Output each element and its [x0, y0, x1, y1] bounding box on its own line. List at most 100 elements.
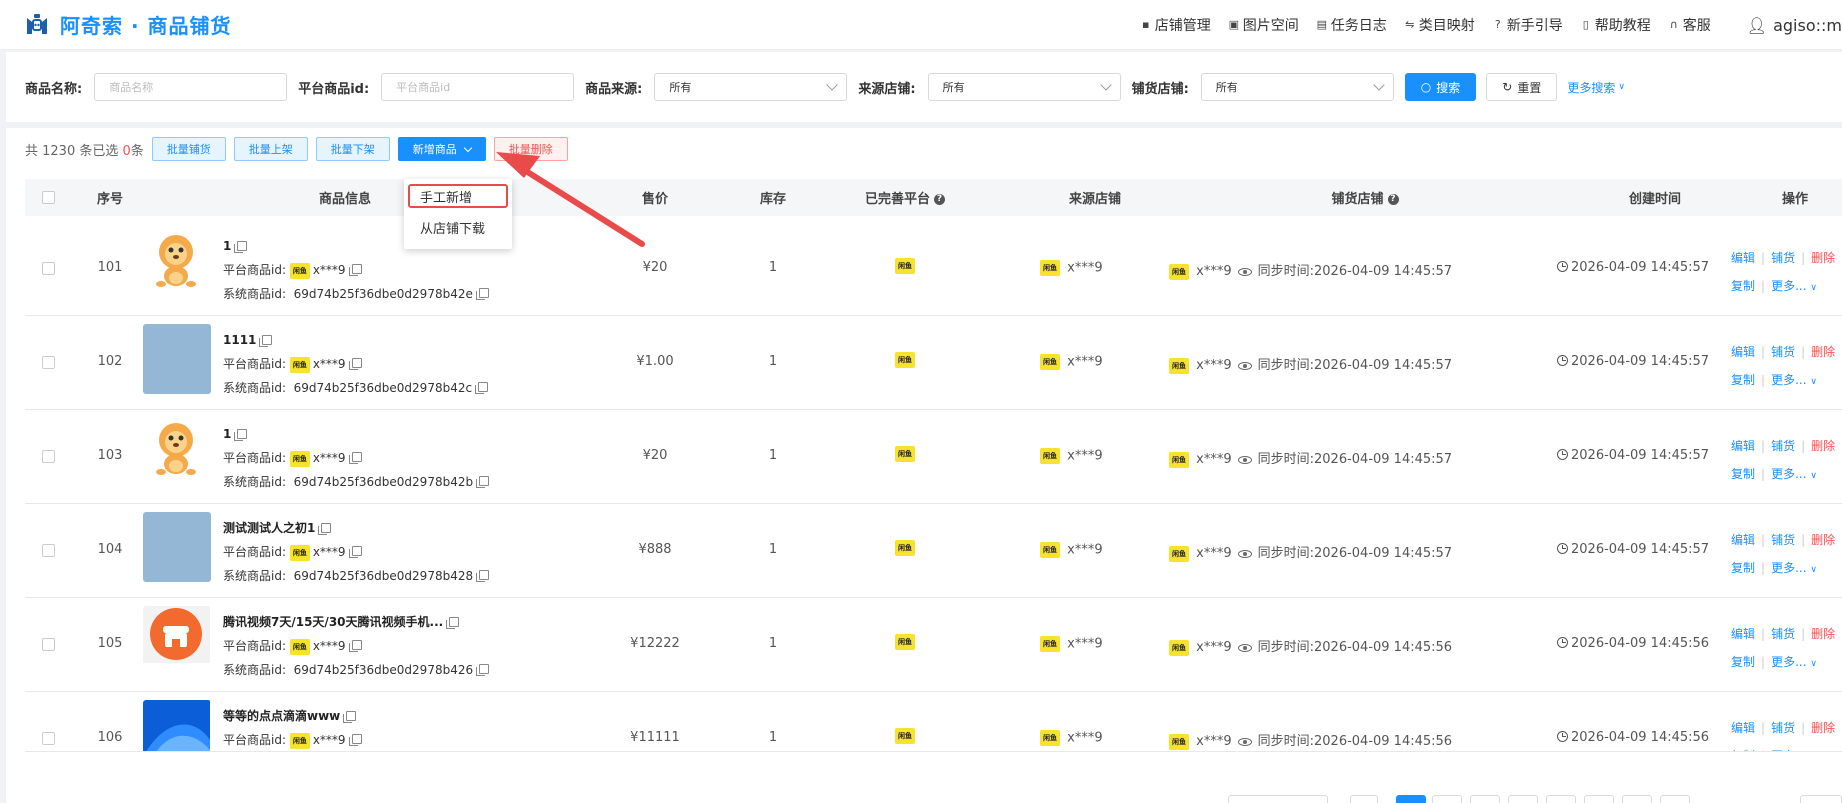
row-checkbox[interactable]: [42, 262, 55, 275]
edit-link[interactable]: 编辑: [1731, 345, 1755, 359]
copy-link[interactable]: 复制: [1731, 373, 1755, 387]
copy-icon[interactable]: [476, 570, 490, 582]
edit-link[interactable]: 编辑: [1731, 533, 1755, 547]
pager-item[interactable]: [1660, 795, 1690, 803]
copy-icon[interactable]: [348, 640, 362, 652]
distribute-link[interactable]: 铺货: [1771, 627, 1795, 641]
add-product-button[interactable]: 新增商品: [397, 137, 486, 161]
copy-icon[interactable]: [348, 546, 362, 558]
distribute-link[interactable]: 铺货: [1771, 345, 1795, 359]
delete-link[interactable]: 删除: [1811, 721, 1835, 735]
nav-guide[interactable]: ? 新手引导: [1492, 15, 1563, 35]
nav-task-log[interactable]: ▤ 任务日志: [1316, 15, 1387, 35]
product-name[interactable]: 1: [223, 234, 231, 258]
nav-tutorial[interactable]: ▯ 帮助教程: [1580, 15, 1651, 35]
copy-icon[interactable]: [348, 452, 362, 464]
nav-category-mapping[interactable]: ⇋ 类目映射: [1404, 15, 1475, 35]
distribute-link[interactable]: 铺货: [1771, 721, 1795, 735]
pager-item[interactable]: [1584, 795, 1614, 803]
nav-store-manage[interactable]: ▪ 店铺管理: [1140, 15, 1211, 35]
copy-icon[interactable]: [343, 711, 357, 723]
pager-item[interactable]: [1622, 795, 1652, 803]
delete-link[interactable]: 删除: [1811, 345, 1835, 359]
row-checkbox[interactable]: [42, 450, 55, 463]
copy-icon[interactable]: [475, 382, 489, 394]
copy-icon[interactable]: [348, 734, 362, 746]
select-all-checkbox[interactable]: [42, 191, 55, 204]
product-thumbnail[interactable]: [143, 700, 211, 751]
product-name[interactable]: 测试测试人之初1: [223, 516, 315, 540]
eye-icon[interactable]: [1237, 737, 1252, 746]
pager-jump[interactable]: [1800, 795, 1842, 803]
more-link[interactable]: 更多... ∨: [1771, 655, 1817, 669]
edit-link[interactable]: 编辑: [1731, 251, 1755, 265]
product-name[interactable]: 1: [223, 422, 231, 446]
product-name[interactable]: 腾讯视频7天/15天/30天腾讯视频手机...: [223, 610, 443, 634]
copy-icon[interactable]: [259, 335, 273, 347]
batch-delete-button[interactable]: 批量删除: [493, 137, 568, 161]
eye-icon[interactable]: [1237, 267, 1252, 276]
nav-service[interactable]: ∩ 客服: [1668, 15, 1711, 35]
distribute-link[interactable]: 铺货: [1771, 439, 1795, 453]
copy-icon[interactable]: [348, 264, 362, 276]
delete-link[interactable]: 删除: [1811, 533, 1835, 547]
more-search-link[interactable]: 更多搜索 ∨: [1567, 79, 1625, 96]
distribute-link[interactable]: 铺货: [1771, 251, 1795, 265]
nav-image-space[interactable]: ▣ 图片空间: [1228, 15, 1299, 35]
batch-down-button[interactable]: 批量下架: [315, 137, 390, 161]
pager-item[interactable]: [1508, 795, 1538, 803]
question-icon[interactable]: ?: [1387, 194, 1399, 205]
copy-icon[interactable]: [446, 617, 460, 629]
copy-icon[interactable]: [476, 476, 490, 488]
product-thumbnail[interactable]: [143, 606, 211, 676]
more-link[interactable]: 更多... ∨: [1771, 373, 1817, 387]
pager-item[interactable]: [1432, 795, 1462, 803]
batch-up-button[interactable]: 批量上架: [233, 137, 308, 161]
more-link[interactable]: 更多... ∨: [1771, 561, 1817, 575]
reset-button[interactable]: ↻ 重置: [1486, 73, 1558, 101]
download-from-store-item[interactable]: 从店铺下载: [408, 215, 508, 239]
copy-icon[interactable]: [234, 429, 248, 441]
copy-icon[interactable]: [475, 288, 489, 300]
copy-link[interactable]: 复制: [1731, 749, 1755, 751]
product-thumbnail[interactable]: [143, 230, 211, 300]
more-link[interactable]: 更多... ∨: [1771, 467, 1817, 481]
product-thumbnail[interactable]: [143, 512, 211, 582]
more-link[interactable]: 更多... ∨: [1771, 749, 1817, 751]
copy-icon[interactable]: [234, 241, 248, 253]
copy-link[interactable]: 复制: [1731, 561, 1755, 575]
source-select[interactable]: 所有: [654, 73, 848, 101]
batch-distribute-button[interactable]: 批量铺货: [151, 137, 226, 161]
pager-current[interactable]: [1396, 795, 1426, 803]
edit-link[interactable]: 编辑: [1731, 627, 1755, 641]
product-thumbnail[interactable]: [143, 418, 211, 488]
product-thumbnail[interactable]: [143, 324, 211, 394]
row-checkbox[interactable]: [42, 732, 55, 745]
eye-icon[interactable]: [1237, 643, 1252, 652]
source-store-select[interactable]: 所有: [927, 73, 1121, 101]
user-menu[interactable]: 👤︎ agiso::m: [1747, 16, 1842, 35]
page-size-select[interactable]: [1228, 795, 1328, 803]
row-checkbox[interactable]: [42, 638, 55, 651]
row-checkbox[interactable]: [42, 544, 55, 557]
copy-link[interactable]: 复制: [1731, 279, 1755, 293]
distribute-link[interactable]: 铺货: [1771, 533, 1795, 547]
name-input[interactable]: [94, 73, 288, 101]
target-store-select[interactable]: 所有: [1200, 73, 1394, 101]
delete-link[interactable]: 删除: [1811, 439, 1835, 453]
manual-add-item[interactable]: 手工新增: [408, 184, 508, 208]
eye-icon[interactable]: [1237, 361, 1252, 370]
pager-prev[interactable]: [1350, 795, 1378, 803]
edit-link[interactable]: 编辑: [1731, 439, 1755, 453]
row-checkbox[interactable]: [42, 356, 55, 369]
copy-icon[interactable]: [476, 664, 490, 676]
logo[interactable]: 阿奇索 · 商品铺货: [24, 10, 232, 39]
delete-link[interactable]: 删除: [1811, 627, 1835, 641]
product-name[interactable]: 1111: [223, 328, 256, 352]
eye-icon[interactable]: [1237, 455, 1252, 464]
edit-link[interactable]: 编辑: [1731, 721, 1755, 735]
copy-link[interactable]: 复制: [1731, 467, 1755, 481]
eye-icon[interactable]: [1237, 549, 1252, 558]
pager-item[interactable]: [1546, 795, 1576, 803]
question-icon[interactable]: ?: [934, 194, 945, 205]
